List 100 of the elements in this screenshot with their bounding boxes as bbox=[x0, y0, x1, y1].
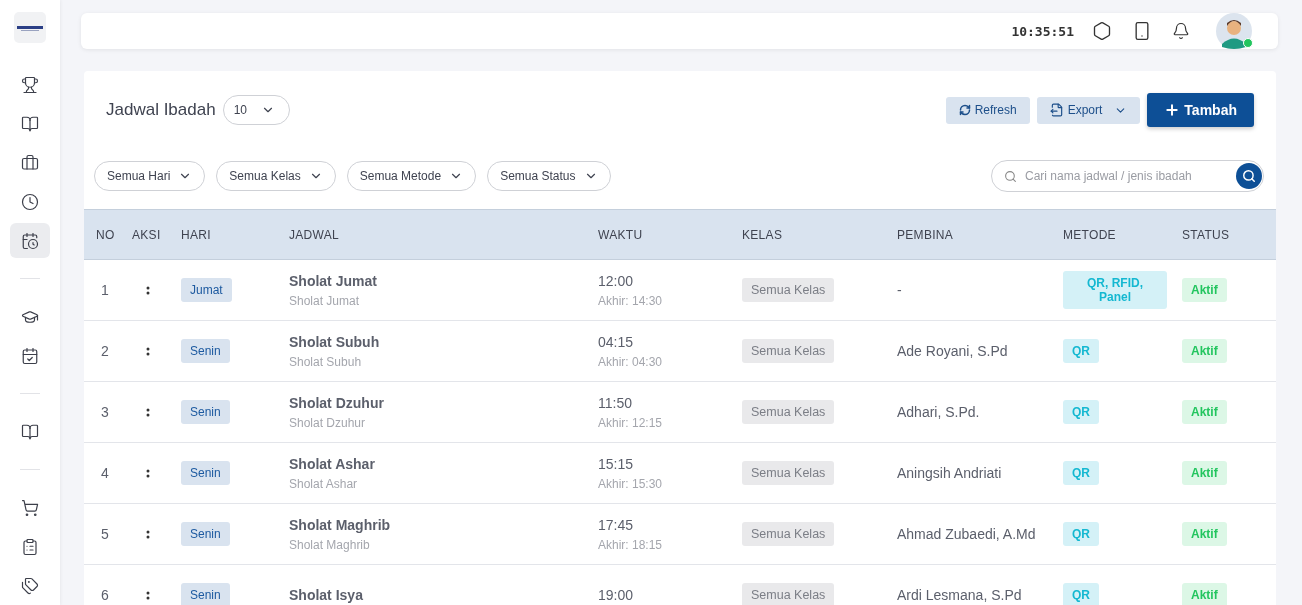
method-tag: QR bbox=[1063, 461, 1099, 485]
schedule-type: Sholat Maghrib bbox=[289, 537, 371, 552]
table-cell-text: Ardi Lesmana, S.Pd bbox=[897, 587, 1023, 603]
schedule-name: Sholat Dzuhur bbox=[289, 394, 385, 411]
end-time: Akhir: 14:30 bbox=[598, 293, 664, 308]
search-icon bbox=[1242, 169, 1256, 183]
cart-icon bbox=[21, 498, 39, 517]
method-tag: QR bbox=[1063, 522, 1099, 546]
status-tag: Aktif bbox=[1182, 522, 1227, 546]
table-cell-text: Ade Royani, S.Pd bbox=[897, 343, 1009, 359]
actions-menu-button[interactable] bbox=[146, 529, 150, 539]
method-tag: QR bbox=[1063, 339, 1099, 363]
day-tag: Senin bbox=[181, 461, 230, 485]
calendar-check-icon bbox=[21, 346, 39, 365]
briefcase-icon bbox=[21, 153, 39, 172]
class-tag: Semua Kelas bbox=[742, 400, 835, 424]
start-time: 12:00 bbox=[598, 272, 635, 289]
search-icon bbox=[1004, 169, 1017, 183]
method-tag: QR, RFID, Panel bbox=[1063, 271, 1167, 309]
tags-icon bbox=[21, 576, 39, 595]
search-button[interactable] bbox=[1236, 163, 1262, 189]
calendar-clock-icon bbox=[21, 231, 39, 250]
status-tag: Aktif bbox=[1182, 583, 1227, 605]
more-icon bbox=[146, 346, 150, 356]
table-cell-text: 4 bbox=[101, 465, 110, 481]
table-cell-text: Aningsih Andriati bbox=[897, 465, 1003, 481]
actions-menu-button[interactable] bbox=[146, 285, 150, 295]
schedule-name: Sholat Subuh bbox=[289, 333, 381, 350]
settings-icon[interactable] bbox=[1092, 21, 1112, 41]
filter-dropdown[interactable]: Semua Kelas bbox=[216, 161, 336, 191]
refresh-button[interactable]: Refresh bbox=[945, 96, 1030, 124]
clipboard-icon bbox=[21, 537, 39, 556]
schedule-type: Sholat Ashar bbox=[289, 476, 359, 491]
actions-menu-button[interactable] bbox=[146, 346, 150, 356]
day-tag: Senin bbox=[181, 339, 230, 363]
filter-dropdown[interactable]: Semua Metode bbox=[346, 161, 477, 191]
end-time: Akhir: 18:15 bbox=[598, 537, 664, 552]
notification-icon[interactable] bbox=[1172, 22, 1190, 40]
more-icon bbox=[146, 590, 150, 600]
table-cell-text: 3 bbox=[101, 404, 110, 420]
book-icon bbox=[21, 422, 39, 441]
actions-menu-button[interactable] bbox=[146, 590, 150, 600]
actions-menu-button[interactable] bbox=[146, 407, 150, 417]
actions-menu-button[interactable] bbox=[146, 468, 150, 478]
column-header: PEMBINA bbox=[897, 227, 955, 242]
clock-icon bbox=[21, 192, 39, 211]
start-time: 19:00 bbox=[598, 587, 635, 603]
column-header: WAKTU bbox=[598, 227, 644, 242]
table-cell-text: 2 bbox=[101, 343, 110, 359]
more-icon bbox=[146, 468, 150, 478]
sidebar-item[interactable] bbox=[10, 223, 50, 259]
table-cell-text: Adhari, S.Pd. bbox=[897, 404, 981, 420]
filter-dropdown[interactable]: Semua Status bbox=[487, 161, 611, 191]
end-time: Akhir: 04:30 bbox=[598, 354, 664, 369]
day-tag: Senin bbox=[181, 583, 230, 605]
day-tag: Jumat bbox=[181, 278, 232, 302]
file-export-icon bbox=[1049, 103, 1064, 117]
day-tag: Senin bbox=[181, 400, 230, 424]
clock-time: 10:35:51 bbox=[1011, 23, 1074, 39]
status-tag: Aktif bbox=[1182, 400, 1227, 424]
more-icon bbox=[146, 529, 150, 539]
refresh-icon bbox=[958, 104, 971, 116]
column-header: METODE bbox=[1063, 227, 1117, 242]
column-header: KELAS bbox=[742, 227, 784, 242]
page-size-select[interactable]: 10 bbox=[222, 95, 290, 125]
avatar-icon[interactable] bbox=[1216, 13, 1252, 49]
more-icon bbox=[146, 285, 150, 295]
table-cell-text: Ahmad Zubaedi, A.Md bbox=[897, 526, 1037, 542]
class-tag: Semua Kelas bbox=[742, 339, 835, 363]
end-time: Akhir: 12:15 bbox=[598, 415, 664, 430]
method-tag: QR bbox=[1063, 400, 1099, 424]
table-cell-text: - bbox=[897, 282, 903, 298]
start-time: 11:50 bbox=[598, 394, 633, 411]
schedule-type: Sholat Subuh bbox=[289, 354, 363, 369]
status-tag: Aktif bbox=[1182, 339, 1227, 363]
day-tag: Senin bbox=[181, 522, 230, 546]
table-cell-text: 5 bbox=[101, 526, 110, 542]
class-tag: Semua Kelas bbox=[742, 461, 835, 485]
column-header: AKSI bbox=[132, 227, 162, 242]
class-tag: Semua Kelas bbox=[742, 583, 835, 605]
method-tag: QR bbox=[1063, 583, 1099, 605]
table-cell-text: 6 bbox=[101, 587, 110, 603]
column-header: HARI bbox=[181, 227, 212, 242]
logo-icon bbox=[17, 23, 43, 32]
column-header: JADWAL bbox=[289, 227, 341, 242]
schedule-type: Sholat Dzuhur bbox=[289, 415, 367, 430]
start-time: 15:15 bbox=[598, 455, 635, 472]
schedule-name: Sholat Ashar bbox=[289, 455, 376, 472]
end-time: Akhir: 15:30 bbox=[598, 476, 664, 491]
more-icon bbox=[146, 407, 150, 417]
start-time: 04:15 bbox=[598, 333, 635, 350]
page-title: Jadwal Ibadah bbox=[106, 100, 216, 120]
filter-dropdown[interactable]: Semua Hari bbox=[94, 161, 206, 191]
column-header: STATUS bbox=[1182, 227, 1231, 242]
book-icon bbox=[21, 114, 39, 133]
trophy-icon bbox=[21, 75, 39, 94]
add-button[interactable]: Tambah bbox=[1147, 93, 1254, 127]
export-button[interactable]: Export bbox=[1036, 96, 1141, 124]
status-tag: Aktif bbox=[1182, 278, 1227, 302]
table-cell-text: 1 bbox=[101, 282, 110, 298]
